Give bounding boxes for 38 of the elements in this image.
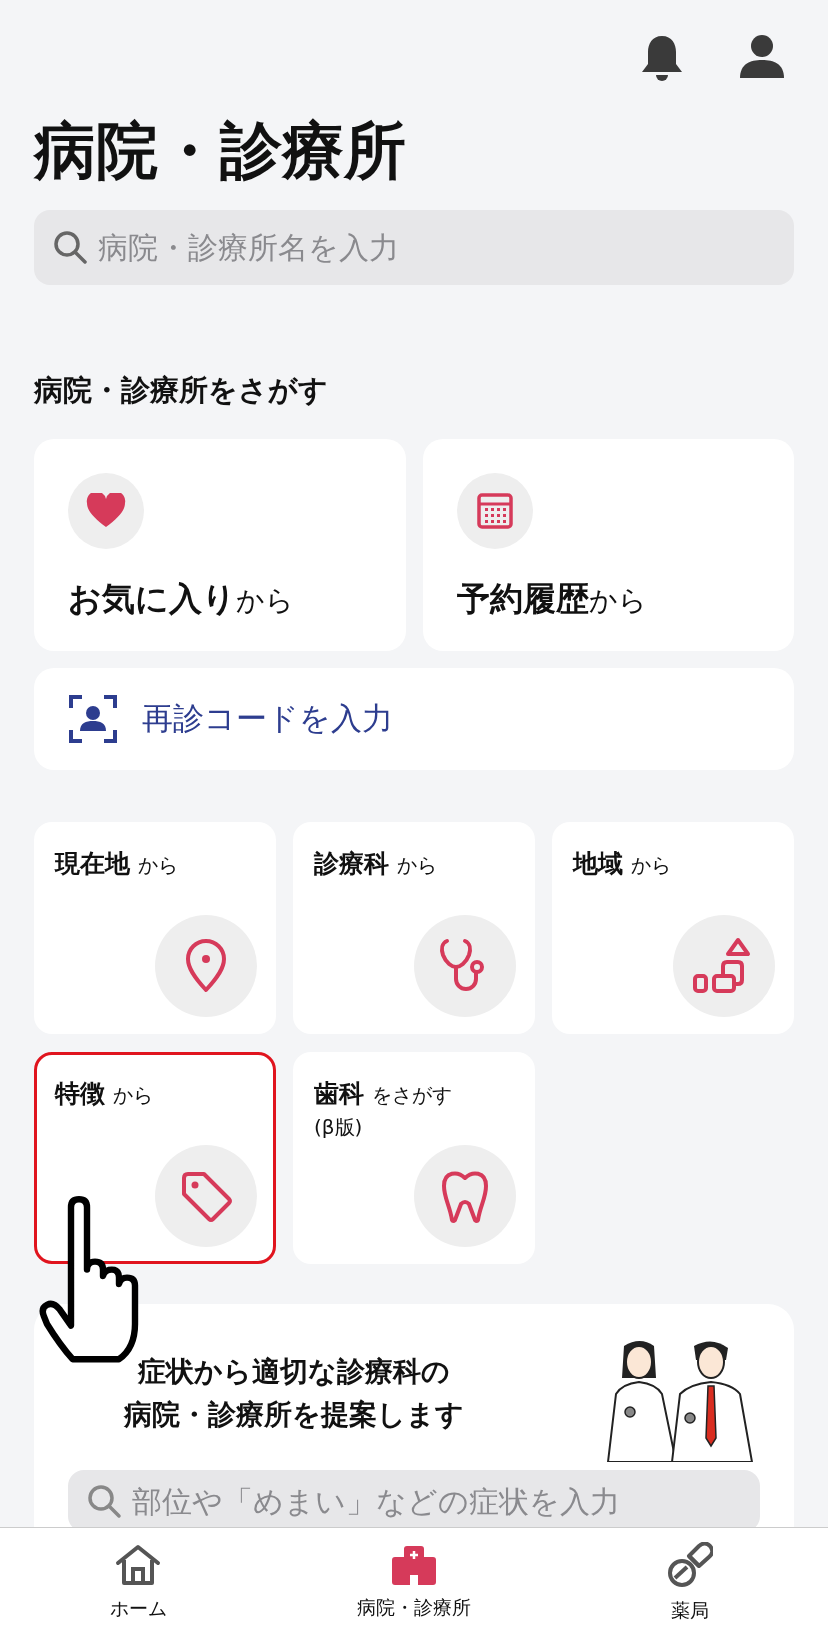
revisit-code-label: 再診コードを入力 xyxy=(142,699,393,739)
home-icon xyxy=(115,1543,161,1586)
search-tile[interactable]: 地域 から xyxy=(552,822,794,1035)
bell-icon[interactable] xyxy=(640,34,684,82)
tooth-icon xyxy=(440,1168,490,1225)
tile-label: 診療科 から xyxy=(314,848,438,881)
calendar-icon xyxy=(475,492,514,531)
nav-tab[interactable]: 薬局 xyxy=(552,1528,828,1636)
nav-tab[interactable]: ホーム xyxy=(0,1528,276,1636)
nav-tab[interactable]: 病院・診療所 xyxy=(276,1528,552,1636)
search-tile[interactable]: 現在地 から xyxy=(34,822,276,1035)
symptom-heading-line: 症状から適切な診療科の xyxy=(138,1353,450,1390)
revisit-code-button[interactable]: 再診コードを入力 xyxy=(34,668,794,771)
search-icon xyxy=(86,1483,122,1520)
page-title: 病院・診療所 xyxy=(34,114,407,189)
card-label: お気に入り から xyxy=(68,578,295,621)
search-tile[interactable]: 特徴 から xyxy=(34,1052,276,1265)
tile-label: 地域 から xyxy=(573,848,672,881)
tile-label: 現在地 から xyxy=(55,848,179,881)
pill-icon xyxy=(667,1541,713,1588)
tile-note: (β版) xyxy=(314,1114,364,1142)
card-label: 予約履歴から xyxy=(456,578,648,621)
heart-icon xyxy=(86,493,126,530)
search-field[interactable]: 病院・診療所名を入力 xyxy=(34,210,794,286)
shortcut-card[interactable]: 予約履歴から xyxy=(422,439,794,652)
symptom-heading-line: 病院・診療所を提案します xyxy=(124,1397,464,1433)
symptom-search-field[interactable]: 部位や「めまい」などの症状を入力 xyxy=(68,1470,760,1527)
section-heading: 病院・診療所をさがす xyxy=(34,372,329,410)
location-pin-icon xyxy=(184,939,228,994)
search-tile[interactable]: 歯科 をさがす (β版) xyxy=(293,1052,535,1265)
hospital-icon xyxy=(392,1544,436,1585)
user-icon[interactable] xyxy=(740,34,784,78)
face-scan-icon xyxy=(68,694,118,745)
search-icon xyxy=(52,229,88,266)
tile-label: 歯科 をさがす xyxy=(314,1078,453,1111)
shortcut-card[interactable]: お気に入り から xyxy=(34,439,406,652)
search-tile[interactable]: 診療科 から xyxy=(293,822,535,1035)
tile-label: 特徴 から xyxy=(55,1078,154,1111)
